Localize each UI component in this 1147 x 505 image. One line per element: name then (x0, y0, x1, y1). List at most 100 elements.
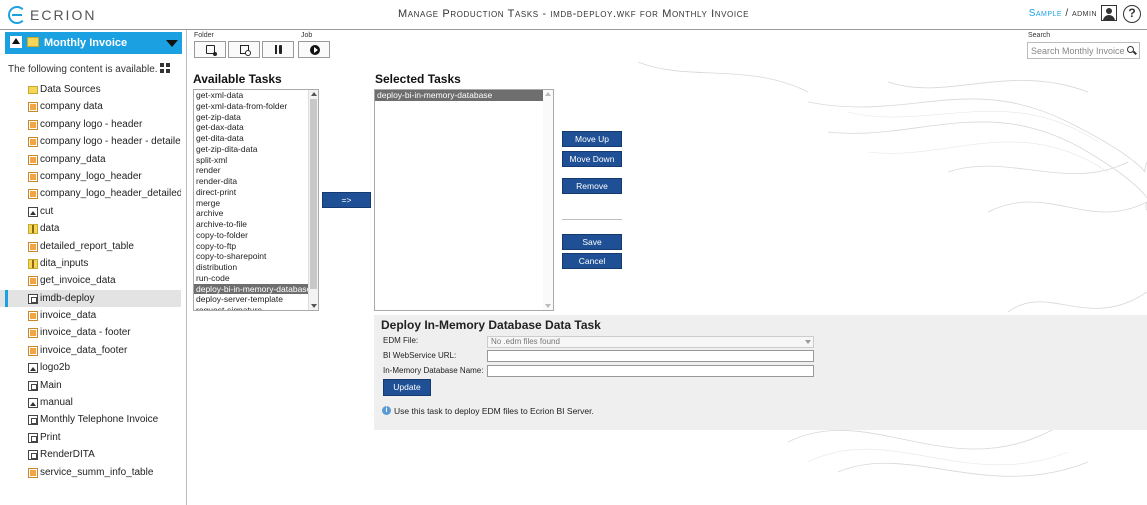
tools-button[interactable] (262, 41, 294, 58)
available-task-option[interactable]: get-zip-data (194, 112, 318, 123)
background-swirl-decoration (637, 62, 1147, 477)
available-tasks-list[interactable]: get-xml-data get-xml-data-from-folder get-… (193, 89, 319, 311)
save-button[interactable]: Save (562, 234, 622, 250)
sidebar-item[interactable]: company logo - header - detailed rep... (0, 133, 181, 150)
task-panel-title: Deploy In-Memory Database Data Task (381, 318, 601, 332)
sidebar-item[interactable]: manual (0, 394, 181, 411)
sidebar-item-label: company_logo_header_detailed_report (40, 188, 181, 200)
sidebar-item[interactable]: Print (0, 429, 181, 446)
sidebar-item[interactable]: company_data (0, 151, 181, 168)
sidebar-item[interactable]: company logo - header (0, 116, 181, 133)
sidebar-item-label: Main (40, 379, 62, 391)
sidebar-item[interactable]: dita_inputs (0, 255, 181, 272)
username[interactable]: admin (1072, 8, 1097, 19)
folder-settings-button[interactable] (228, 41, 260, 58)
sidebar-item[interactable]: get_invoice_data (0, 272, 181, 289)
user-separator: / (1062, 8, 1072, 19)
available-task-option[interactable]: distribution (194, 262, 318, 273)
available-task-option[interactable]: get-xml-data (194, 90, 318, 101)
scroll-up-icon[interactable] (311, 92, 317, 96)
remove-button[interactable]: Remove (562, 178, 622, 194)
user-avatar-icon[interactable] (1101, 5, 1117, 21)
sidebar-item[interactable]: company_logo_header (0, 168, 181, 185)
folder-selector[interactable]: Monthly Invoice (5, 32, 182, 54)
sidebar-item[interactable]: data (0, 220, 181, 237)
sidebar-item-label: company_data (40, 153, 106, 165)
sidebar-item[interactable]: detailed_report_table (0, 238, 181, 255)
available-task-option[interactable]: get-dita-data (194, 133, 318, 144)
workflow-icon (28, 415, 38, 426)
available-task-option[interactable]: get-zip-dita-data (194, 144, 318, 155)
new-folder-button[interactable] (194, 41, 226, 58)
add-task-button[interactable]: => (322, 192, 371, 208)
available-task-option[interactable]: deploy-server-template (194, 294, 318, 305)
search-input[interactable] (1028, 43, 1124, 58)
sidebar-item-label: Print (40, 431, 61, 443)
update-button[interactable]: Update (383, 379, 431, 396)
content-info-text: The following content is available. (8, 64, 158, 75)
sidebar-item-label: invoice_data_footer (40, 344, 128, 356)
available-task-option[interactable]: direct-print (194, 187, 318, 198)
available-task-option[interactable]: deploy-bi-in-memory-database (194, 283, 318, 295)
help-icon[interactable]: ? (1123, 5, 1141, 23)
sidebar-item[interactable]: Data Sources (0, 81, 181, 98)
up-folder-icon[interactable] (10, 36, 22, 48)
grid-view-icon[interactable] (160, 63, 170, 73)
available-task-option[interactable]: copy-to-sharepoint (194, 251, 318, 262)
sidebar-item[interactable]: Monthly Telephone Invoice (0, 411, 181, 428)
sidebar-item[interactable]: Main (0, 377, 181, 394)
scroll-down-icon[interactable] (311, 304, 317, 308)
task-info-text: Use this task to deploy EDM files to Ecr… (394, 406, 594, 416)
selected-tasks-scrollbar[interactable] (543, 90, 553, 310)
folder-icon (27, 37, 39, 47)
selected-tasks-heading: Selected Tasks (375, 72, 461, 86)
available-tasks-scrollbar[interactable] (308, 90, 318, 310)
edm-file-select[interactable]: No .edm files found (487, 336, 814, 348)
sidebar-item[interactable]: company_logo_header_detailed_report (0, 185, 181, 202)
available-task-option[interactable]: render-dita (194, 176, 318, 187)
sidebar-item[interactable]: company data (0, 98, 181, 115)
sidebar-item[interactable]: invoice_data_footer (0, 342, 181, 359)
document-icon (28, 119, 38, 130)
database-name-field[interactable] (487, 365, 814, 377)
run-job-button[interactable] (298, 41, 330, 58)
app-header: ECRION Manage Production Tasks - imdb-de… (0, 0, 1147, 30)
scroll-thumb[interactable] (310, 99, 317, 289)
available-task-option[interactable]: run-code (194, 273, 318, 284)
cancel-button[interactable]: Cancel (562, 253, 622, 269)
available-task-option[interactable]: archive-to-file (194, 219, 318, 230)
sidebar-item-label: dita_inputs (40, 257, 89, 269)
available-task-option[interactable]: get-dax-data (194, 122, 318, 133)
sidebar-item[interactable]: imdb-deploy (0, 289, 181, 308)
scroll-up-icon[interactable] (545, 92, 551, 96)
selected-tasks-list[interactable]: deploy-bi-in-memory-database (374, 89, 554, 311)
available-task-option[interactable]: get-xml-data-from-folder (194, 101, 318, 112)
job-group-label: Job (301, 32, 313, 39)
sidebar-item[interactable]: logo2b (0, 359, 181, 376)
folder-group-label: Folder (194, 32, 214, 39)
move-up-button[interactable]: Move Up (562, 131, 622, 147)
available-task-option[interactable]: render (194, 165, 318, 176)
available-task-option[interactable]: merge (194, 198, 318, 209)
sidebar-item[interactable]: service_summ_info_table (0, 464, 181, 481)
search-icon[interactable] (1127, 46, 1134, 53)
selected-task-option[interactable]: deploy-bi-in-memory-database (375, 90, 543, 101)
sidebar-item-label: detailed_report_table (40, 240, 134, 252)
available-task-option[interactable]: request-signature (194, 305, 318, 310)
toolbar: Folder Job Search (188, 30, 1147, 62)
workspace-link[interactable]: Sample (1029, 8, 1062, 19)
sidebar-item[interactable]: cut (0, 203, 181, 220)
bi-webservice-url-field[interactable] (487, 350, 814, 362)
sidebar-item[interactable]: invoice_data (0, 307, 181, 324)
available-task-option[interactable]: copy-to-folder (194, 230, 318, 241)
sidebar-item[interactable]: RenderDITA (0, 446, 181, 463)
sidebar-item[interactable]: invoice_data - footer (0, 324, 181, 341)
available-task-option[interactable]: split-xml (194, 155, 318, 166)
zip-icon (28, 258, 38, 269)
scroll-down-icon[interactable] (545, 304, 551, 308)
sidebar-item-label: company logo - header - detailed rep... (40, 136, 181, 148)
chevron-down-icon[interactable] (166, 40, 178, 47)
available-task-option[interactable]: copy-to-ftp (194, 241, 318, 252)
move-down-button[interactable]: Move Down (562, 151, 622, 167)
available-task-option[interactable]: archive (194, 208, 318, 219)
